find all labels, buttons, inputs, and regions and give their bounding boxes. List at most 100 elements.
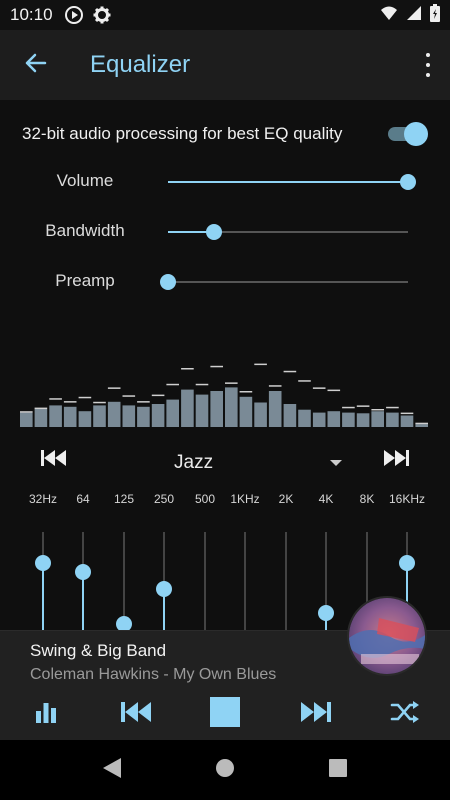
spectrum-bar [49,405,62,427]
volume-slider-thumb[interactable] [400,174,416,190]
spectrum-peak [327,389,341,392]
spectrum-peak [254,363,267,366]
spectrum-bar [327,411,341,427]
spectrum-peak [49,398,62,400]
spectrum-visualizer [20,363,428,427]
hq-audio-label: 32-bit audio processing for best EQ qual… [22,124,343,143]
visualizer-button[interactable] [30,697,62,731]
eq-band-thumb[interactable] [318,604,334,621]
nav-recents-button[interactable] [326,758,350,782]
volume-slider[interactable] [168,174,416,190]
stop-button[interactable] [208,696,242,731]
bandwidth-slider[interactable] [168,224,408,240]
track-artist-album: Coleman Hawkins - My Own Blues [30,666,277,683]
spectrum-peak [78,396,92,399]
eq-band-slider[interactable] [33,532,53,642]
spectrum-peak [63,401,77,403]
eq-band-slider[interactable] [73,532,93,642]
more-vert-icon [426,53,430,57]
spectrum-bar [166,399,179,427]
track-title: Swing & Big Band [30,641,167,660]
eq-band-thumb[interactable] [399,554,415,571]
spectrum-bar [298,409,311,427]
spectrum-bar [386,412,399,427]
spectrum-bar [181,389,194,427]
next-track-button[interactable] [298,697,334,731]
spectrum-peak [34,407,48,410]
spectrum-bar [254,402,267,427]
app-toolbar: Equalizer [0,30,450,100]
status-time: 10:10 [10,5,53,24]
spectrum-peak [283,370,297,373]
more-options-button[interactable] [420,50,436,80]
preamp-slider-thumb[interactable] [160,274,176,290]
volume-slider-row: Volume [0,167,450,197]
eq-band-slider[interactable] [195,532,215,642]
eq-band-thumb[interactable] [156,580,172,597]
spectrum-peak [356,405,370,407]
eq-band-slider[interactable] [154,532,174,642]
nav-back-button[interactable] [100,757,124,784]
skip-next-icon [301,701,331,728]
spectrum-bar [78,411,92,427]
battery-icon [430,3,440,27]
eq-band-slider[interactable] [114,532,134,642]
next-preset-button[interactable] [380,446,412,474]
preset-dropdown[interactable]: Jazz [160,444,350,480]
bandwidth-slider-thumb[interactable] [206,224,222,240]
spectrum-peak [400,412,414,415]
play-circle-icon [64,6,83,24]
spectrum-bar [400,415,414,427]
eq-band-thumb[interactable] [75,564,91,581]
spectrum-bar [107,401,121,427]
album-art[interactable] [347,596,427,676]
dropdown-arrow-icon [330,460,342,466]
spectrum-bar [356,413,370,427]
eq-band-slider[interactable] [276,532,296,642]
spectrum-peak [268,385,282,387]
bandwidth-label: Bandwidth [45,221,125,240]
spectrum-peak [107,387,121,389]
spectrum-bar [268,391,282,427]
nav-home-icon [215,758,235,783]
nav-back-icon [102,757,122,784]
spectrum-bar [239,396,253,427]
spectrum-peak [298,380,311,382]
nav-home-button[interactable] [213,758,237,782]
prev-preset-button[interactable] [38,446,70,474]
spectrum-bar [20,412,33,427]
spectrum-bar [415,424,428,427]
spectrum-bar [93,405,106,427]
eq-band-slider[interactable] [235,532,255,642]
back-arrow-icon [23,51,47,80]
eq-band-thumb[interactable] [35,554,51,571]
previous-track-button[interactable] [118,697,154,731]
preset-row: Jazz [0,440,450,486]
skip-previous-icon [41,449,67,472]
hq-audio-toggle[interactable] [384,122,428,146]
preamp-slider[interactable] [160,274,408,290]
spectrum-peak [371,409,384,411]
bars-icon [35,701,57,728]
spectrum-peak [122,395,136,397]
back-button[interactable] [0,30,70,100]
spectrum-peak [20,411,33,413]
cell-signal-icon [406,5,422,26]
spectrum-peak [195,383,209,386]
eq-band-slider[interactable] [316,532,336,642]
spectrum-peak [151,394,165,397]
spectrum-peak [210,365,223,368]
shuffle-button[interactable] [388,697,422,731]
preamp-label: Preamp [55,271,115,290]
spectrum-bar [137,406,150,427]
spectrum-peak [386,406,399,409]
spectrum-bar [371,411,384,427]
spectrum-bar [122,405,136,427]
spectrum-peak [166,383,179,386]
spectrum-peak [239,391,253,393]
skip-next-icon [383,449,409,472]
status-right [380,3,440,27]
spectrum-bar [342,412,355,427]
spectrum-bar [225,387,238,427]
spectrum-peak [93,401,106,404]
